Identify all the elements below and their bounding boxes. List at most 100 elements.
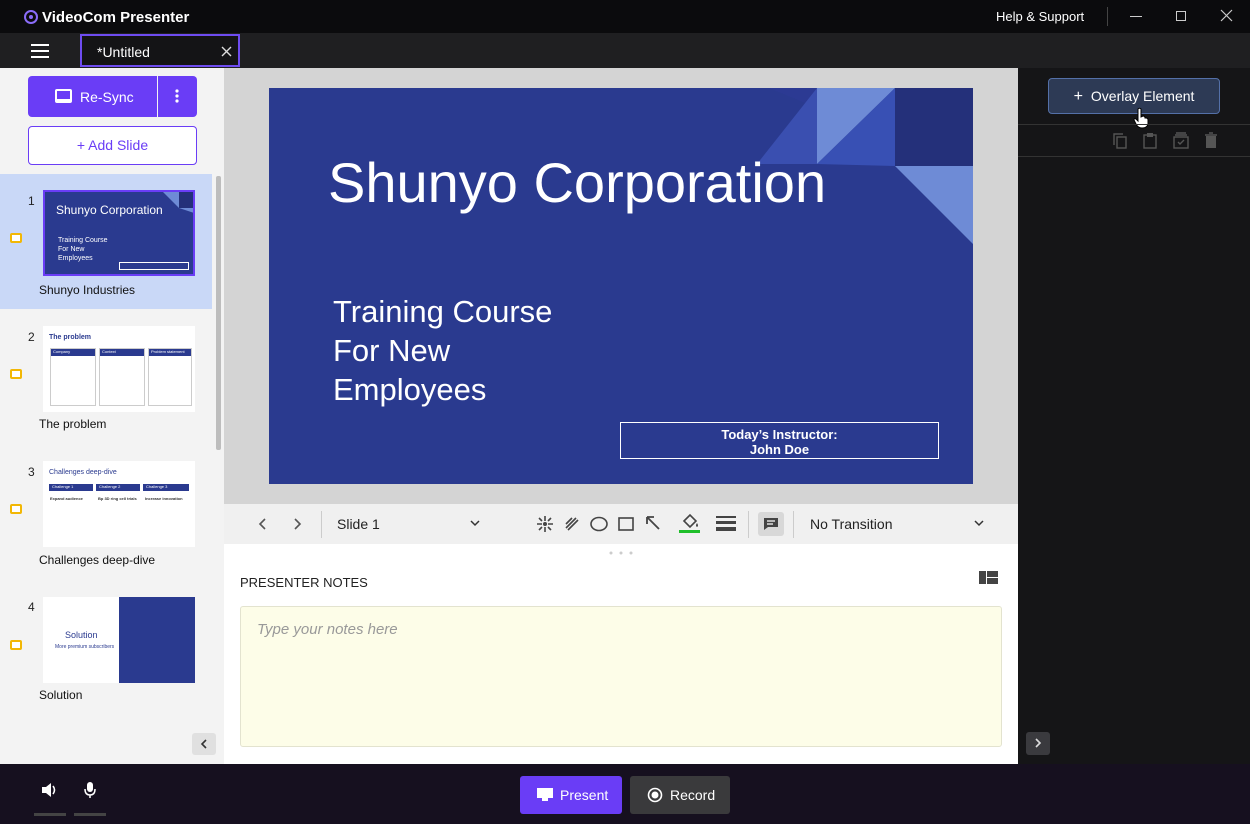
comment-icon [763, 517, 779, 531]
toolbar-separator [321, 511, 322, 538]
help-support-link[interactable]: Help & Support [996, 9, 1084, 24]
title-separator [1107, 7, 1108, 26]
instructor-label: Today’s Instructor: [721, 427, 838, 442]
previous-slide-icon[interactable] [258, 518, 266, 530]
microphone-icon[interactable] [84, 781, 96, 799]
slide-type-icon [10, 504, 22, 514]
chevron-down-icon[interactable] [974, 520, 984, 527]
slide-select-dropdown[interactable]: Slide 1 [337, 516, 380, 532]
paste-icon[interactable] [1143, 132, 1157, 149]
archive-check-icon[interactable] [1173, 132, 1189, 149]
document-tab[interactable]: *Untitled [80, 34, 240, 67]
slide-number: 1 [28, 194, 35, 208]
slide-subtitle-line1: Training Course [333, 294, 553, 329]
chevron-right-icon [1035, 738, 1042, 748]
hand-cursor-icon [1133, 107, 1149, 129]
transition-dropdown[interactable]: No Transition [810, 516, 892, 532]
speaker-volume-icon[interactable] [41, 782, 59, 798]
chevron-left-icon [200, 739, 207, 749]
pen-draw-icon[interactable] [564, 516, 580, 532]
app-title: VideoCom Presenter [42, 9, 190, 26]
present-button[interactable]: Present [520, 776, 622, 814]
resync-label: Re-Sync [80, 89, 134, 105]
document-tab-label: *Untitled [97, 44, 150, 60]
slide-type-icon [10, 369, 22, 379]
thumb-chevron: Challenge 2 [96, 484, 140, 491]
slide-number: 4 [28, 600, 35, 614]
toolbar-separator [793, 511, 794, 538]
resize-handle-icon[interactable] [609, 551, 633, 555]
chevron-down-icon[interactable] [470, 520, 480, 527]
close-window-icon[interactable] [1220, 9, 1233, 22]
slide-thumbnail-4[interactable]: Solution More premium subscribers [43, 597, 195, 683]
instructor-box: Today’s Instructor: John Doe [620, 422, 939, 459]
next-slide-icon[interactable] [294, 518, 302, 530]
screen-icon [55, 89, 72, 103]
slide-list-item-3[interactable]: 3 Challenges deep-dive Challenge 1 Chall… [0, 445, 212, 580]
slide-title: Solution [39, 688, 83, 702]
fill-color-icon[interactable] [679, 512, 701, 534]
panel-divider [1018, 156, 1250, 157]
record-icon [647, 787, 663, 803]
slide-list-item-4[interactable]: 4 Solution More premium subscribers Solu… [0, 581, 212, 716]
resync-more-options-button[interactable] [158, 76, 197, 117]
thumb-heading: Bp 3D ring cell trials [98, 496, 137, 501]
volume-level-bar[interactable] [34, 813, 66, 816]
notes-layout-icon[interactable] [979, 571, 998, 584]
slides-scrollbar[interactable] [216, 176, 221, 450]
app-logo-icon [24, 10, 38, 24]
slide-type-icon [10, 640, 22, 650]
slide-thumbnail-1[interactable]: Shunyo Corporation Training Course For N… [43, 190, 195, 276]
slide-thumbnail-3[interactable]: Challenges deep-dive Challenge 1 Challen… [43, 461, 195, 547]
thumb-heading: Increase innovation [145, 496, 183, 501]
instructor-name: John Doe [749, 442, 810, 457]
slide-list-item-2[interactable]: 2 The problem Company Context Problem st… [0, 310, 212, 445]
overlay-element-label: Overlay Element [1090, 88, 1195, 104]
plus-icon: + [1073, 88, 1083, 105]
thumb-blue-panel [119, 597, 195, 683]
minimize-icon[interactable] [1130, 16, 1142, 17]
present-label: Present [560, 787, 609, 803]
presenter-notes-label: PRESENTER NOTES [240, 575, 368, 590]
ellipse-shape-icon[interactable] [590, 516, 608, 532]
hamburger-menu-icon[interactable] [31, 44, 49, 58]
thumb-instructor-box [119, 262, 189, 270]
add-slide-button[interactable]: + Add Slide [28, 126, 197, 165]
slide-type-icon [10, 233, 22, 243]
slide-title-text: Shunyo Corporation [328, 151, 827, 214]
thumb-subtitle: More premium subscribers [55, 644, 115, 650]
thumb-chevron: Challenge 1 [49, 484, 93, 491]
collapse-left-panel-button[interactable] [192, 733, 216, 755]
slide-number: 2 [28, 330, 35, 344]
copy-icon[interactable] [1113, 133, 1127, 149]
resync-button[interactable]: Re-Sync [28, 76, 157, 117]
line-weight-icon[interactable] [716, 516, 736, 531]
presenter-notes-input[interactable]: Type your notes here [240, 606, 1002, 747]
trash-icon[interactable] [1204, 132, 1218, 149]
slide-title: Challenges deep-dive [39, 553, 156, 567]
slide-subtitle-line2: For New [333, 333, 451, 368]
thumb-title: Challenges deep-dive [49, 469, 117, 476]
arrow-tool-icon[interactable] [645, 515, 661, 531]
panel-divider [1018, 124, 1250, 125]
thumb-subtitle: Training Course For New Employees [58, 237, 108, 262]
mic-level-bar[interactable] [74, 813, 106, 816]
slide-title: The problem [39, 417, 107, 431]
slide-preview[interactable]: Shunyo Corporation Training Course For N… [269, 88, 973, 484]
maximize-icon[interactable] [1176, 11, 1186, 21]
speaker-notes-toggle[interactable] [758, 512, 784, 536]
expand-right-panel-button[interactable] [1026, 732, 1050, 755]
rectangle-shape-icon[interactable] [618, 516, 634, 532]
toolbar-separator [748, 511, 749, 538]
thumb-heading: Expand audience [50, 496, 83, 501]
slide-list-item-1[interactable]: 1 Shunyo Corporation Training Course For… [0, 174, 212, 309]
thumb-column: Company [50, 348, 96, 406]
record-button[interactable]: Record [630, 776, 730, 814]
close-tab-icon[interactable] [221, 46, 232, 57]
laser-pointer-icon[interactable] [536, 515, 554, 533]
more-vertical-icon [175, 89, 179, 103]
record-label: Record [670, 787, 716, 803]
thumb-title: Shunyo Corporation [56, 203, 163, 217]
slide-thumbnail-2[interactable]: The problem Company Context Problem stat… [43, 326, 195, 412]
thumb-column: Problem statement [148, 348, 192, 406]
